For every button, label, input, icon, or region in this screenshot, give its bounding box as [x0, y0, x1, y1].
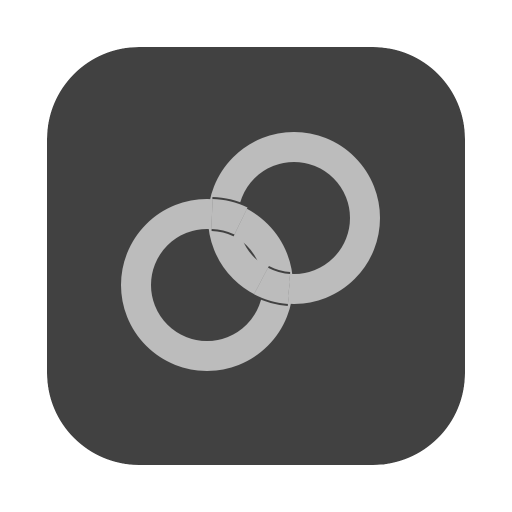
- interlocking-rings-icon: [47, 47, 465, 465]
- ring-upper-right-overlap-bottom: [254, 267, 291, 304]
- app-icon[interactable]: [47, 47, 465, 465]
- ring-lower-left-overlap-top: [211, 199, 248, 235]
- icon-canvas: [0, 0, 512, 512]
